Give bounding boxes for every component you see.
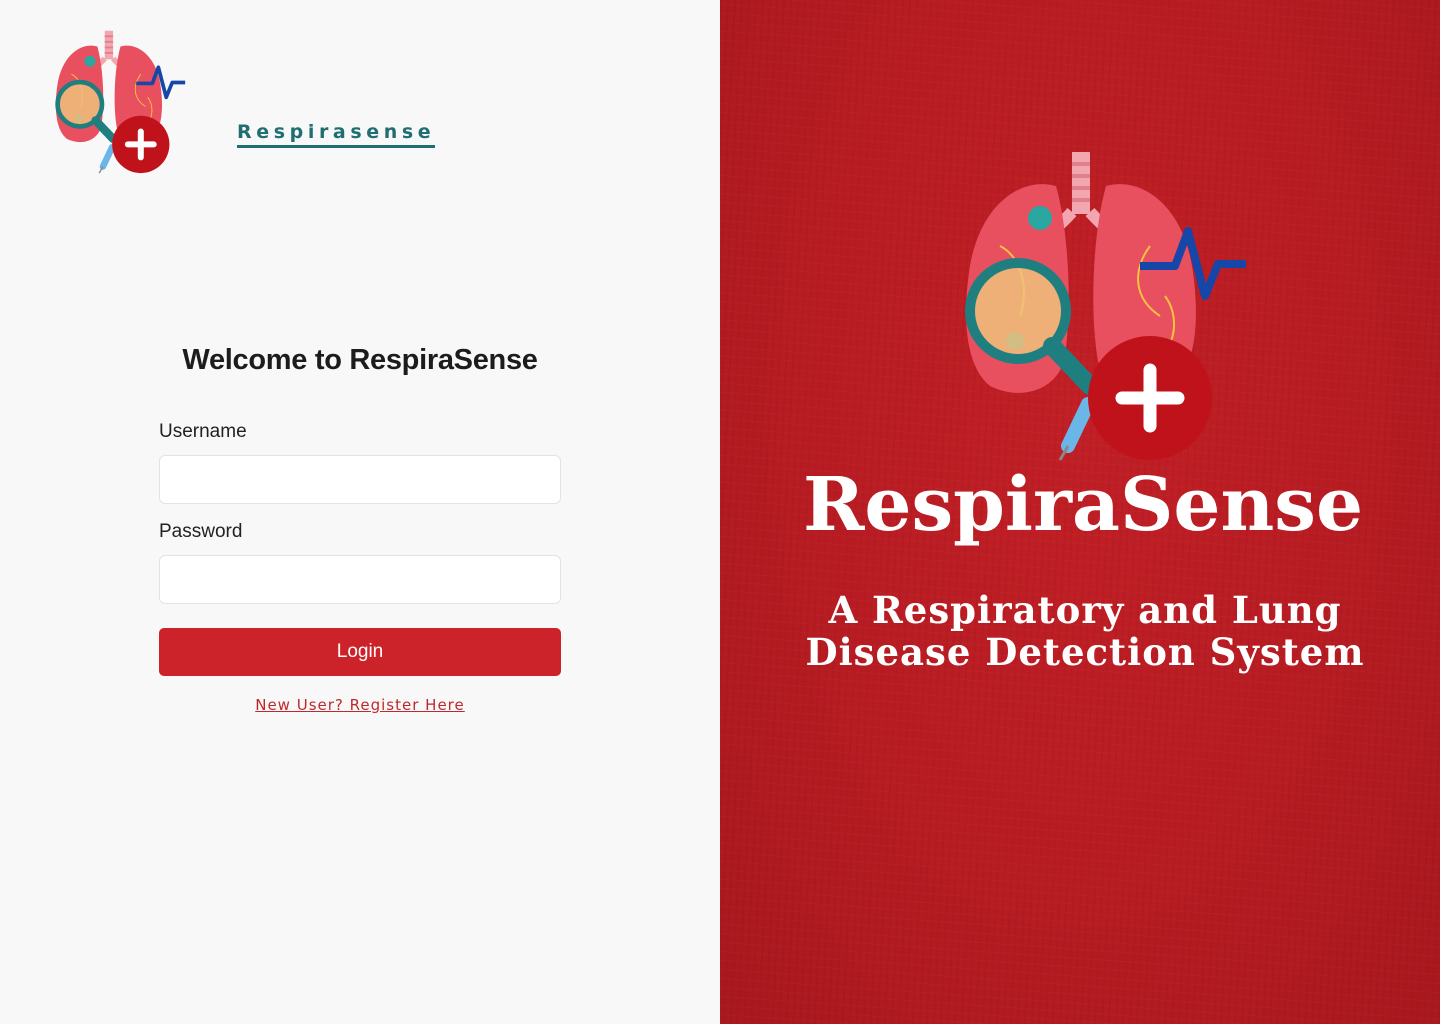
login-pane: Respirasense Welcome to RespiraSense Use… (0, 0, 720, 1024)
lungs-logo-icon (55, 30, 186, 174)
brand-name: Respirasense (237, 121, 436, 148)
hero-subtitle: A Respiratory and Lung Disease Detection… (805, 588, 1365, 674)
hero-pane: RespiraSense A Respiratory and Lung Dise… (720, 0, 1440, 1024)
syringe-icon (98, 143, 116, 174)
syringe-icon (1058, 397, 1095, 461)
login-button[interactable]: Login (159, 628, 561, 676)
hero-title: RespiraSense (802, 462, 1364, 548)
brand-header: Respirasense (50, 28, 436, 178)
username-input[interactable] (159, 455, 561, 504)
hero-lungs-logo-icon (965, 152, 1246, 461)
login-heading: Welcome to RespiraSense (182, 344, 538, 376)
plus-icon (112, 115, 170, 174)
username-label: Username (159, 421, 247, 442)
password-label: Password (159, 521, 243, 542)
register-link[interactable]: New User? Register Here (159, 696, 561, 714)
plus-icon (1088, 336, 1212, 460)
password-input[interactable] (159, 555, 561, 604)
